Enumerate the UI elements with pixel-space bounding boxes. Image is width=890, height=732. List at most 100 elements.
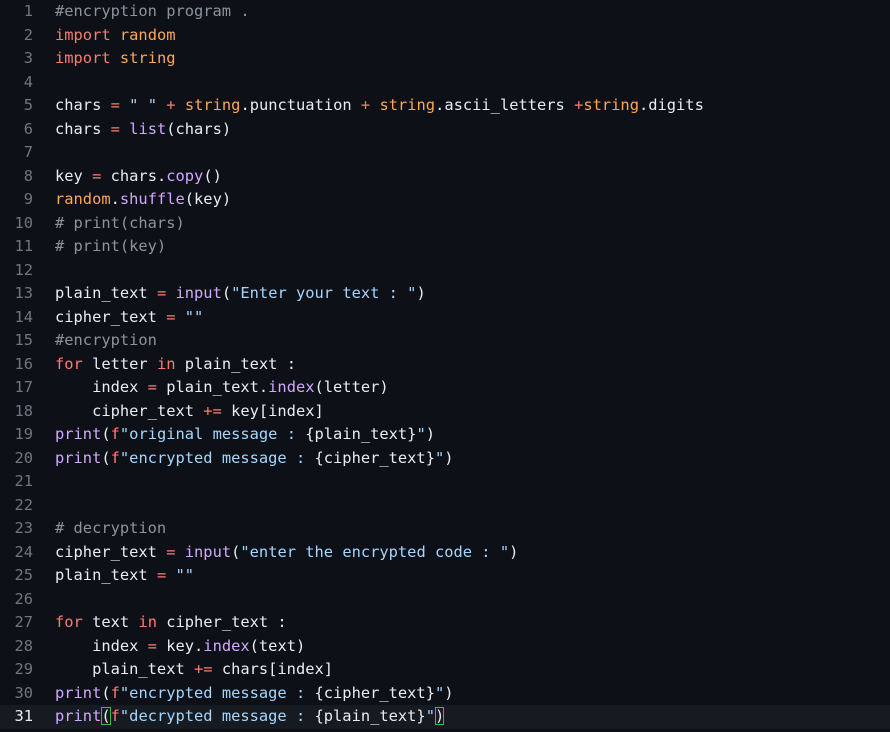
line-number: 10 xyxy=(14,213,33,232)
line-code[interactable]: print(f"encrypted message : {cipher_text… xyxy=(33,682,890,706)
line-number: 3 xyxy=(23,49,33,67)
code-token: ) xyxy=(444,448,454,467)
code-line[interactable]: 2 import random xyxy=(0,24,890,48)
line-code[interactable]: random.shuffle(key) xyxy=(33,188,890,212)
line-code[interactable] xyxy=(33,470,890,494)
line-code[interactable]: # print(key) xyxy=(33,235,890,259)
code-token: cipher_text xyxy=(55,401,204,420)
code-line[interactable]: 20 print(f"encrypted message : {cipher_te… xyxy=(0,447,890,471)
line-code[interactable] xyxy=(33,259,890,283)
code-line[interactable]: 14 cipher_text = "" xyxy=(0,306,890,330)
line-code[interactable]: cipher_text = "" xyxy=(33,306,890,330)
code-line[interactable]: 24 cipher_text = input("enter the encrypt… xyxy=(0,541,890,565)
code-token: key[index] xyxy=(221,401,324,420)
line-code[interactable]: #encryption xyxy=(33,329,890,353)
code-line[interactable]: 17 index = plain_text.index(letter) xyxy=(0,376,890,400)
code-line[interactable]: 23 # decryption xyxy=(0,517,890,541)
code-token: plain_text. xyxy=(156,378,269,396)
code-line[interactable]: 25 plain_text = "" xyxy=(0,564,890,588)
code-token: = xyxy=(110,119,120,138)
code-token: f xyxy=(110,425,120,443)
code-token: "decrypted message : xyxy=(119,707,315,725)
line-code[interactable]: print(f"decrypted message : {plain_text}… xyxy=(33,705,890,729)
code-line[interactable]: 11 # print(key) xyxy=(0,235,890,259)
code-line[interactable]: 22 xyxy=(0,494,890,518)
code-token: {cipher_text} xyxy=(314,683,435,702)
code-line[interactable]: 16 for letter in plain_text : xyxy=(0,353,890,377)
line-code[interactable] xyxy=(33,71,890,95)
line-code[interactable]: chars = list(chars) xyxy=(33,118,890,142)
code-token: chars[index] xyxy=(212,660,334,678)
code-line[interactable]: 9 random.shuffle(key) xyxy=(0,188,890,212)
code-token: .ascii_letters xyxy=(435,96,575,114)
code-line[interactable]: 7 xyxy=(0,141,890,165)
line-code[interactable]: # decryption xyxy=(33,517,890,541)
line-code[interactable] xyxy=(33,588,890,612)
line-code[interactable]: plain_text = input("Enter your text : ") xyxy=(33,282,890,306)
code-line[interactable]: 29 plain_text += chars[index] xyxy=(0,658,890,682)
code-token: (key) xyxy=(184,190,232,208)
code-line[interactable]: 27 for text in cipher_text : xyxy=(0,611,890,635)
code-line[interactable]: 5 chars = " " + string.punctuation + stri… xyxy=(0,94,890,118)
line-code[interactable]: cipher_text += key[index] xyxy=(33,400,890,424)
code-line[interactable]: 19 print(f"original message : {plain_text… xyxy=(0,423,890,447)
code-line[interactable]: 3 import string xyxy=(0,47,890,71)
code-token: index xyxy=(55,378,148,396)
code-line[interactable]: 10 # print(chars) xyxy=(0,212,890,236)
line-code[interactable]: for text in cipher_text : xyxy=(33,611,890,635)
line-number: 26 xyxy=(14,589,33,608)
code-line[interactable]: 30 print(f"encrypted message : {cipher_te… xyxy=(0,682,890,706)
line-code[interactable]: #encryption program . xyxy=(33,0,890,24)
line-code[interactable]: for letter in plain_text : xyxy=(33,353,890,377)
code-line[interactable]: 4 xyxy=(0,71,890,95)
code-token: plain_text xyxy=(55,566,157,584)
line-code[interactable]: print(f"original message : {plain_text}"… xyxy=(33,423,890,447)
line-code[interactable]: import random xyxy=(33,24,890,48)
code-editor[interactable]: 1 #encryption program . 2 import random 3 imp… xyxy=(0,0,890,732)
line-number: 2 xyxy=(23,25,33,44)
code-token: string xyxy=(379,96,436,114)
line-code[interactable] xyxy=(33,494,890,518)
code-line[interactable]: 15 #encryption xyxy=(0,329,890,353)
line-code[interactable]: # print(chars) xyxy=(33,212,890,236)
line-number: 7 xyxy=(23,143,33,161)
code-token: f xyxy=(110,707,120,725)
code-line[interactable]: 26 xyxy=(0,588,890,612)
code-line[interactable]: 1 #encryption program . xyxy=(0,0,890,24)
line-code[interactable]: cipher_text = input("enter the encrypted… xyxy=(33,541,890,565)
code-line[interactable]: 31 print(f"decrypted message : {plain_tex… xyxy=(0,705,890,729)
line-code[interactable]: index = key.index(text) xyxy=(33,635,890,659)
line-number: 18 xyxy=(14,401,33,420)
line-code[interactable]: plain_text = "" xyxy=(33,564,890,588)
line-code[interactable]: plain_text += chars[index] xyxy=(33,658,890,682)
code-line[interactable]: 18 cipher_text += key[index] xyxy=(0,400,890,424)
line-number: 25 xyxy=(14,566,33,584)
line-code[interactable]: import string xyxy=(33,47,890,71)
line-code[interactable]: key = chars.copy() xyxy=(33,165,890,189)
code-token: ) xyxy=(444,683,454,702)
code-token: import xyxy=(55,49,111,67)
line-number: 14 xyxy=(14,307,33,326)
code-line[interactable]: 12 xyxy=(0,259,890,283)
code-line[interactable]: 28 index = key.index(text) xyxy=(0,635,890,659)
line-number: 24 xyxy=(14,542,33,561)
code-token: . xyxy=(110,190,120,208)
code-token: += xyxy=(194,660,213,678)
matched-bracket: ) xyxy=(434,707,445,725)
line-code[interactable]: chars = " " + string.punctuation + strin… xyxy=(33,94,890,118)
code-token: key. xyxy=(156,636,204,655)
code-line[interactable]: 8 key = chars.copy() xyxy=(0,165,890,189)
line-code[interactable]: index = plain_text.index(letter) xyxy=(33,376,890,400)
code-token: for xyxy=(55,354,83,373)
line-code[interactable]: print(f"encrypted message : {cipher_text… xyxy=(33,447,890,471)
code-line[interactable]: 13 plain_text = input("Enter your text : … xyxy=(0,282,890,306)
code-token: = xyxy=(156,284,167,302)
code-token: (text) xyxy=(249,636,306,655)
code-token: = xyxy=(92,166,102,185)
code-token: letter xyxy=(82,354,157,373)
code-line[interactable]: 21 xyxy=(0,470,890,494)
line-code[interactable] xyxy=(33,141,890,165)
code-line[interactable]: 6 chars = list(chars) xyxy=(0,118,890,142)
